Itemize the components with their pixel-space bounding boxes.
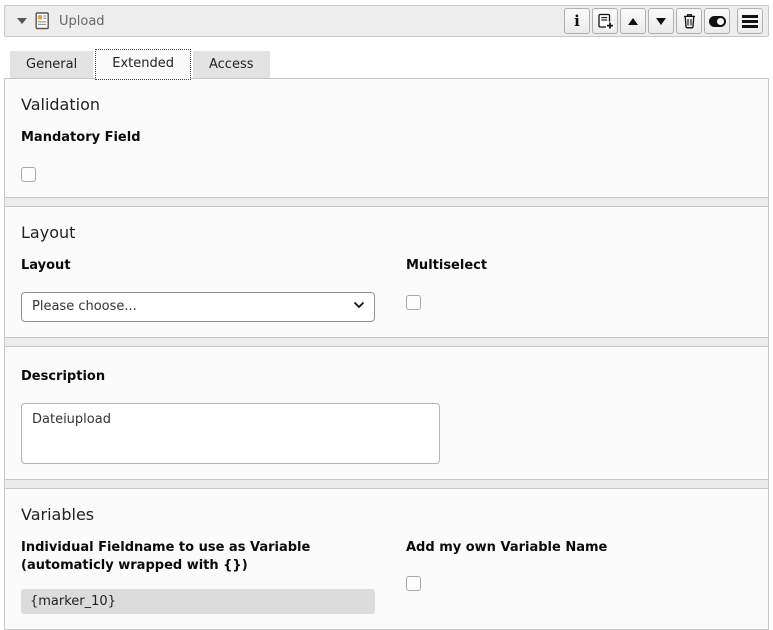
element-header-bar: Upload i [4, 5, 769, 37]
section-variables: Variables Individual Fieldname to use as… [5, 488, 768, 630]
section-description: Description Dateiupload [5, 346, 768, 479]
visibility-toggle-button[interactable] [704, 8, 730, 34]
tab-access[interactable]: Access [193, 51, 270, 78]
multiselect-label: Multiselect [406, 257, 752, 276]
section-validation: Validation Mandatory Field [5, 79, 768, 197]
multiselect-checkbox[interactable] [406, 295, 421, 310]
info-icon: i [574, 14, 580, 29]
fieldname-label: Individual Fieldname to use as Variable … [21, 539, 406, 577]
info-button[interactable]: i [564, 8, 590, 34]
menu-icon [742, 13, 758, 30]
form-element-editor: Upload i [0, 0, 773, 630]
arrow-down-icon [656, 18, 666, 25]
toggle-icon [709, 16, 726, 27]
move-up-button[interactable] [620, 8, 646, 34]
drag-handle-button[interactable] [737, 8, 763, 34]
layout-select[interactable]: Please choose... [21, 292, 375, 322]
tab-extended[interactable]: Extended [96, 50, 190, 79]
fieldname-label-line2: (automaticly wrapped with {}) [21, 557, 406, 576]
fieldname-label-line1: Individual Fieldname to use as Variable [21, 539, 406, 558]
arrow-up-icon [628, 18, 638, 25]
document-icon [35, 12, 50, 30]
mandatory-field-checkbox[interactable] [21, 167, 36, 182]
delete-button[interactable] [676, 8, 702, 34]
layout-select-label: Layout [21, 257, 406, 276]
collapse-caret-icon[interactable] [17, 18, 27, 24]
tab-bar: General Extended Access [4, 43, 769, 79]
layout-heading: Layout [21, 223, 752, 242]
variables-heading: Variables [21, 505, 752, 524]
move-down-button[interactable] [648, 8, 674, 34]
trash-icon [682, 13, 697, 29]
tab-content: Validation Mandatory Field Layout Layout… [4, 79, 769, 630]
section-layout: Layout Layout Please choose... [5, 206, 768, 337]
own-variable-checkbox[interactable] [406, 576, 421, 591]
fieldname-variable-input[interactable] [21, 589, 375, 614]
duplicate-button[interactable] [592, 8, 618, 34]
layout-select-wrap: Please choose... [21, 292, 375, 322]
description-textarea[interactable]: Dateiupload [21, 403, 440, 464]
validation-heading: Validation [21, 95, 752, 114]
tab-general[interactable]: General [10, 51, 93, 78]
element-title: Upload [59, 14, 105, 29]
own-variable-label: Add my own Variable Name [406, 539, 752, 558]
duplicate-icon [597, 13, 614, 30]
mandatory-field-label: Mandatory Field [21, 129, 752, 148]
description-label: Description [21, 368, 752, 387]
